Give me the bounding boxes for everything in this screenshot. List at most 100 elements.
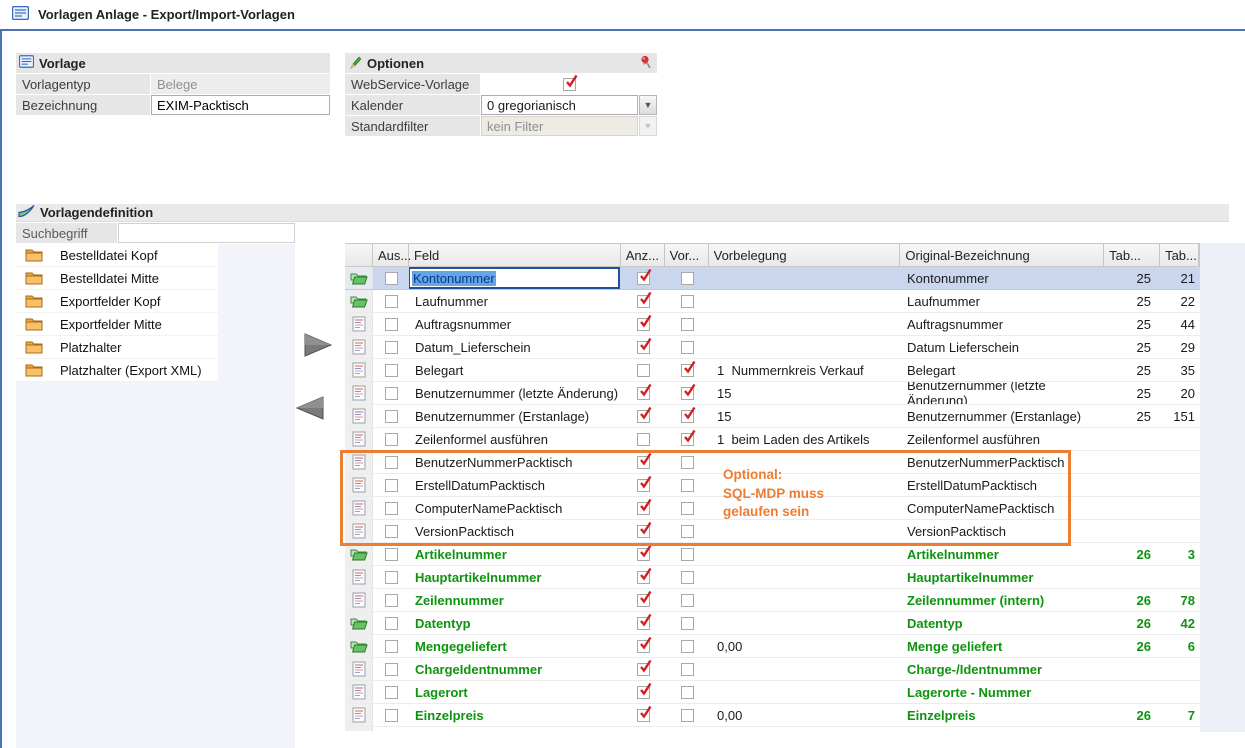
anz-checkbox-checked[interactable] — [637, 594, 650, 607]
anz-checkbox-checked[interactable] — [637, 617, 650, 630]
table-row[interactable]: Einzelpreis0,00Einzelpreis267 — [345, 704, 1200, 727]
search-input[interactable] — [118, 223, 295, 243]
column-header-original-bezeichnung[interactable]: Original-Bezeichnung — [900, 244, 1104, 266]
column-header-vorbelegung[interactable]: Vorbelegung — [709, 244, 901, 266]
folder-list-item[interactable]: Platzhalter (Export XML) — [16, 359, 218, 382]
vor-checkbox-unchecked[interactable] — [681, 295, 694, 308]
column-header-tab[interactable]: Tab... — [1104, 244, 1160, 266]
folder-list-item[interactable]: Exportfelder Mitte — [16, 313, 218, 336]
table-row[interactable]: LagerortLagerorte - Nummer — [345, 681, 1200, 704]
table-row[interactable]: Benutzernummer (Erstanlage)15Benutzernum… — [345, 405, 1200, 428]
anz-checkbox-checked[interactable] — [637, 571, 650, 584]
folder-list-item[interactable]: Exportfelder Kopf — [16, 290, 218, 313]
aus-checkbox-unchecked[interactable] — [385, 272, 398, 285]
vor-checkbox-unchecked[interactable] — [681, 709, 694, 722]
anz-checkbox-checked[interactable] — [637, 272, 650, 285]
anz-checkbox-checked[interactable] — [637, 387, 650, 400]
folder-list-item[interactable]: Platzhalter — [16, 336, 218, 359]
anz-checkbox-checked[interactable] — [637, 318, 650, 331]
kalender-value[interactable]: 0 gregorianisch — [481, 95, 638, 115]
table-row[interactable]: Zeilenformel ausführen1 beim Laden des A… — [345, 428, 1200, 451]
anz-checkbox-checked[interactable] — [637, 686, 650, 699]
aus-checkbox-unchecked[interactable] — [385, 456, 398, 469]
vor-checkbox-checked[interactable] — [681, 364, 694, 377]
vor-checkbox-unchecked[interactable] — [681, 686, 694, 699]
table-row[interactable]: BenutzerNummerPacktischBenutzerNummerPac… — [345, 451, 1200, 474]
aus-checkbox-unchecked[interactable] — [385, 295, 398, 308]
bezeichnung-input[interactable] — [151, 95, 330, 115]
vor-checkbox-unchecked[interactable] — [681, 617, 694, 630]
aus-checkbox-unchecked[interactable] — [385, 548, 398, 561]
vor-checkbox-checked[interactable] — [681, 387, 694, 400]
table-row[interactable]: ComputerNamePacktischComputerNamePacktis… — [345, 497, 1200, 520]
aus-checkbox-unchecked[interactable] — [385, 410, 398, 423]
anz-checkbox-checked[interactable] — [637, 709, 650, 722]
vor-checkbox-unchecked[interactable] — [681, 663, 694, 676]
vor-checkbox-unchecked[interactable] — [681, 318, 694, 331]
aus-checkbox-unchecked[interactable] — [385, 318, 398, 331]
vor-checkbox-unchecked[interactable] — [681, 502, 694, 515]
vor-checkbox-unchecked[interactable] — [681, 571, 694, 584]
vor-checkbox-unchecked[interactable] — [681, 479, 694, 492]
anz-checkbox-checked[interactable] — [637, 295, 650, 308]
field-edit-input[interactable]: Kontonummer — [409, 267, 620, 289]
anz-checkbox-checked[interactable] — [637, 410, 650, 423]
aus-checkbox-unchecked[interactable] — [385, 364, 398, 377]
vor-checkbox-unchecked[interactable] — [681, 548, 694, 561]
aus-checkbox-unchecked[interactable] — [385, 502, 398, 515]
anz-checkbox-checked[interactable] — [637, 525, 650, 538]
kalender-dropdown-button[interactable]: ▼ — [639, 95, 657, 115]
anz-checkbox-checked[interactable] — [637, 341, 650, 354]
table-row[interactable]: AuftragsnummerAuftragsnummer2544 — [345, 313, 1200, 336]
column-header-vor[interactable]: Vor... — [665, 244, 709, 266]
vor-checkbox-unchecked[interactable] — [681, 456, 694, 469]
table-row[interactable]: LaufnummerLaufnummer2522 — [345, 290, 1200, 313]
anz-checkbox-checked[interactable] — [637, 640, 650, 653]
vor-checkbox-unchecked[interactable] — [681, 341, 694, 354]
vor-checkbox-checked[interactable] — [681, 433, 694, 446]
table-row[interactable]: ArtikelnummerArtikelnummer263 — [345, 543, 1200, 566]
table-row[interactable]: DatentypDatentyp2642 — [345, 612, 1200, 635]
table-row[interactable]: Belegart1 Nummernkreis VerkaufBelegart25… — [345, 359, 1200, 382]
aus-checkbox-unchecked[interactable] — [385, 387, 398, 400]
column-header-tab[interactable]: Tab... — [1160, 244, 1199, 266]
aus-checkbox-unchecked[interactable] — [385, 663, 398, 676]
vor-checkbox-unchecked[interactable] — [681, 594, 694, 607]
anz-checkbox-checked[interactable] — [637, 502, 650, 515]
table-row[interactable]: ErstellDatumPacktischErstellDatumPacktis… — [345, 474, 1200, 497]
anz-checkbox-unchecked[interactable] — [637, 433, 650, 446]
column-header-aus[interactable]: Aus... — [373, 244, 409, 266]
aus-checkbox-unchecked[interactable] — [385, 525, 398, 538]
aus-checkbox-unchecked[interactable] — [385, 617, 398, 630]
column-header-feld[interactable]: Feld — [409, 244, 621, 266]
vor-checkbox-unchecked[interactable] — [681, 272, 694, 285]
anz-checkbox-checked[interactable] — [637, 456, 650, 469]
table-row[interactable]: KontonummerKontonummer2521 — [345, 267, 1200, 290]
move-left-button[interactable] — [295, 395, 326, 421]
pin-icon[interactable] — [640, 55, 652, 72]
anz-checkbox-checked[interactable] — [637, 548, 650, 561]
vor-checkbox-unchecked[interactable] — [681, 640, 694, 653]
folder-list-item[interactable]: Bestelldatei Kopf — [16, 244, 218, 267]
aus-checkbox-unchecked[interactable] — [385, 479, 398, 492]
vor-checkbox-unchecked[interactable] — [681, 525, 694, 538]
webservice-checkbox[interactable] — [563, 78, 576, 91]
table-row[interactable]: Datum_LieferscheinDatum Lieferschein2529 — [345, 336, 1200, 359]
table-row[interactable]: Benutzernummer (letzte Änderung)15Benutz… — [345, 382, 1200, 405]
folder-list-item[interactable]: Bestelldatei Mitte — [16, 267, 218, 290]
aus-checkbox-unchecked[interactable] — [385, 709, 398, 722]
table-row[interactable]: Mengegeliefert0,00Menge geliefert266 — [345, 635, 1200, 658]
aus-checkbox-unchecked[interactable] — [385, 686, 398, 699]
table-row[interactable]: VersionPacktischVersionPacktisch — [345, 520, 1200, 543]
move-right-button[interactable] — [302, 332, 333, 358]
vor-checkbox-checked[interactable] — [681, 410, 694, 423]
aus-checkbox-unchecked[interactable] — [385, 571, 398, 584]
anz-checkbox-checked[interactable] — [637, 479, 650, 492]
aus-checkbox-unchecked[interactable] — [385, 433, 398, 446]
table-row[interactable]: ZeilennummerZeilennummer (intern)2678 — [345, 589, 1200, 612]
anz-checkbox-checked[interactable] — [637, 663, 650, 676]
aus-checkbox-unchecked[interactable] — [385, 341, 398, 354]
table-row[interactable]: HauptartikelnummerHauptartikelnummer — [345, 566, 1200, 589]
column-header-icon[interactable] — [345, 244, 373, 266]
aus-checkbox-unchecked[interactable] — [385, 640, 398, 653]
